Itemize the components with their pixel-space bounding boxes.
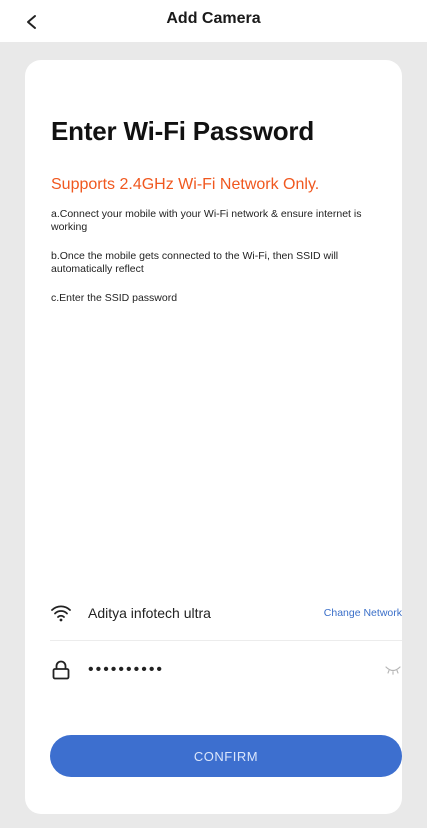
network-row: Aditya infotech ultra Change Network — [50, 600, 402, 626]
instruction-step: a.Connect your mobile with your Wi-Fi ne… — [51, 208, 362, 233]
password-row — [50, 657, 402, 683]
field-divider — [50, 640, 402, 641]
page-title: Add Camera — [166, 10, 261, 27]
card-title: Enter Wi-Fi Password — [51, 116, 315, 146]
network-name: Aditya infotech ultra — [88, 605, 211, 621]
instructions-list: a.Connect your mobile with your Wi-Fi ne… — [51, 208, 391, 321]
change-network-link[interactable]: Change Network — [324, 607, 402, 619]
top-bar: Add Camera — [0, 0, 427, 42]
eye-hidden-icon[interactable] — [384, 663, 402, 677]
lock-icon — [50, 659, 72, 681]
confirm-button[interactable]: CONFIRM — [50, 735, 402, 777]
wifi-setup-card: Enter Wi-Fi Password Supports 2.4GHz Wi-… — [25, 60, 402, 814]
password-input[interactable] — [88, 658, 384, 682]
instruction-step: c.Enter the SSID password — [51, 292, 178, 304]
band-warning: Supports 2.4GHz Wi-Fi Network Only. — [51, 176, 320, 193]
wifi-icon — [50, 604, 72, 622]
instruction-step: b.Once the mobile gets connected to the … — [51, 250, 339, 275]
